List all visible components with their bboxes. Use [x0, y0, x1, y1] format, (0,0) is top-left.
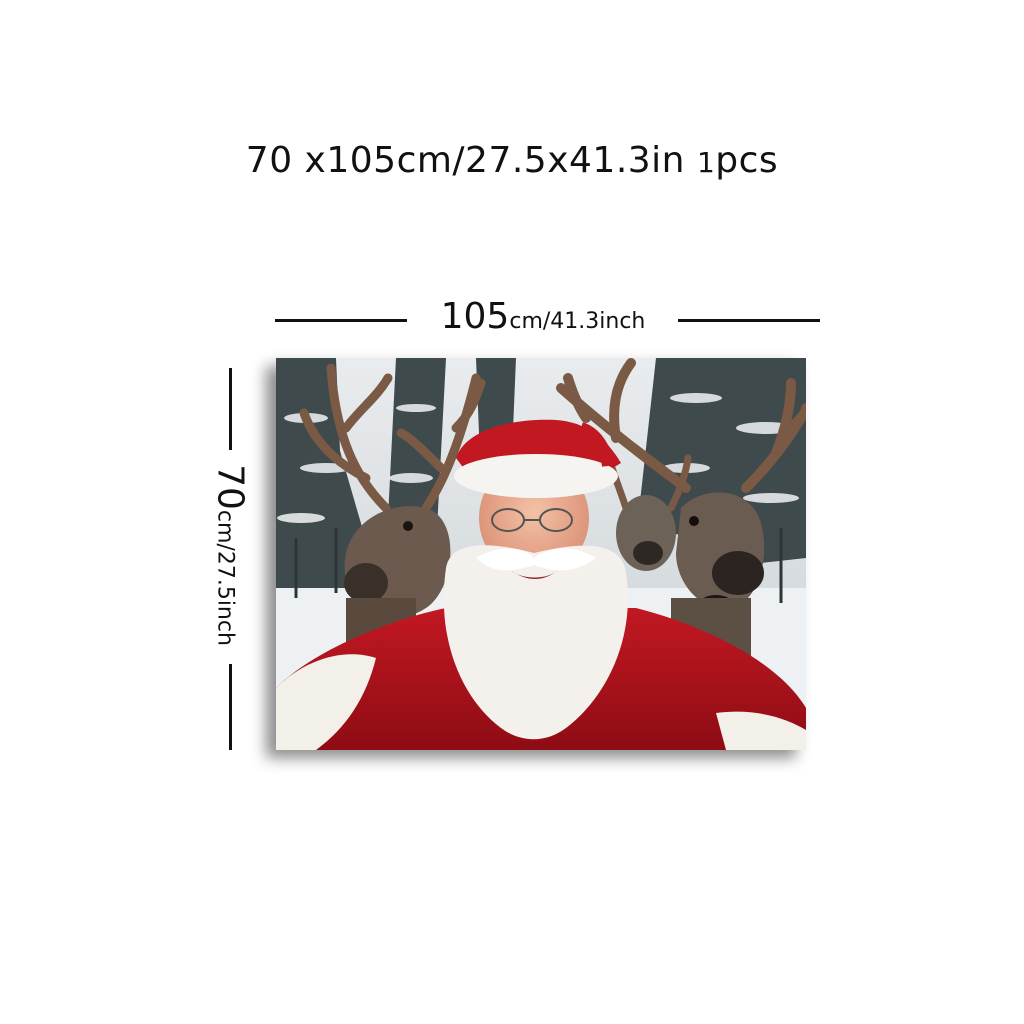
height-value: 70	[209, 464, 251, 510]
width-dimension-line-left	[275, 319, 407, 322]
height-unit: cm/27.5inch	[212, 509, 238, 646]
product-size-title: 70 x105cm/27.5x41.3in 1pcs	[0, 140, 1024, 181]
size-text: 70 x105cm/27.5x41.3in	[245, 140, 685, 181]
canvas-print-image	[276, 358, 806, 750]
quantity-number: 1	[696, 146, 716, 179]
quantity-unit: pcs	[715, 140, 779, 181]
height-dimension-line-bottom	[229, 664, 232, 750]
width-value: 105	[440, 296, 510, 337]
width-unit: cm/41.3inch	[509, 309, 646, 334]
width-dimension-line-right	[678, 319, 820, 322]
santa-reindeer-illustration	[276, 358, 806, 750]
height-dimension-line-top	[229, 368, 232, 450]
width-dimension-label: 105cm/41.3inch	[410, 296, 676, 337]
